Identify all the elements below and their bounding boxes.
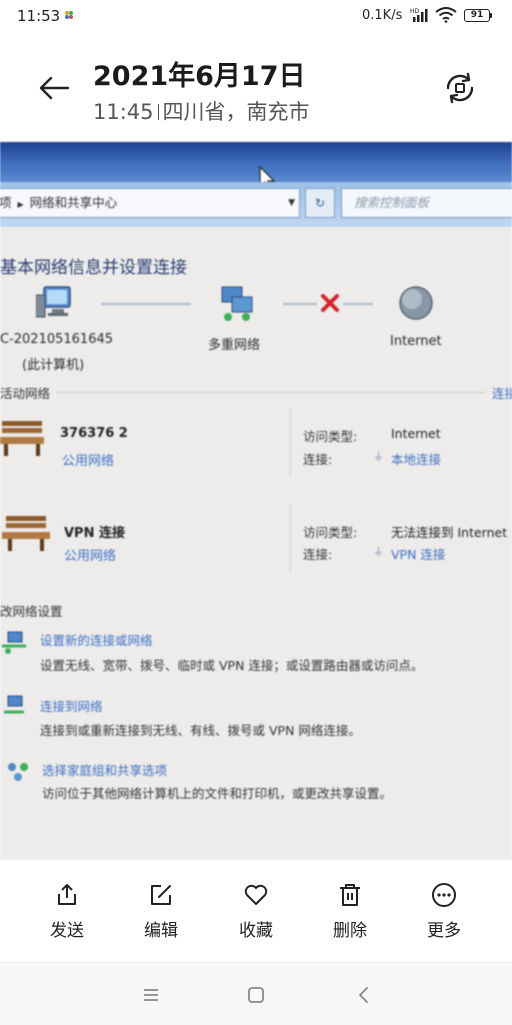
header: 2021年6月17日 11:45 四川省，南充市 xyxy=(0,34,512,142)
menu-icon[interactable] xyxy=(139,985,163,1005)
plug-icon: ⏚ xyxy=(373,545,384,558)
connection-key: 连接: xyxy=(303,547,333,562)
favorite-button[interactable]: 收藏 xyxy=(221,882,291,941)
access-type-key: 访问类型: xyxy=(303,429,358,444)
change-settings-label: 改网络设置 xyxy=(0,604,63,619)
multiple-networks-icon xyxy=(221,286,253,321)
task-link[interactable]: 选择家庭组和共享选项 xyxy=(42,760,167,779)
error-x-icon xyxy=(321,294,339,312)
network-link xyxy=(283,303,317,305)
network-link xyxy=(101,303,191,305)
active-networks-label: 活动网络 xyxy=(0,386,51,401)
meta-separator xyxy=(157,104,159,120)
home-icon[interactable] xyxy=(244,985,268,1005)
app-notification-icon xyxy=(65,11,73,19)
network-type-link[interactable]: 公用网络 xyxy=(64,545,116,564)
network-link xyxy=(343,303,373,305)
access-type-value: Internet xyxy=(391,426,441,441)
send-label: 发送 xyxy=(50,921,84,941)
more-label: 更多 xyxy=(427,921,461,941)
task-link[interactable]: 设置新的连接或网络 xyxy=(40,630,153,649)
connect-to-network-icon xyxy=(4,695,24,714)
net-speed: 0.1K/s xyxy=(362,8,403,23)
new-connection-icon xyxy=(2,631,26,654)
trash-icon xyxy=(340,884,360,906)
back-arrow-icon[interactable] xyxy=(34,70,74,106)
send-button[interactable]: 发送 xyxy=(32,882,102,941)
battery-nub xyxy=(490,13,492,18)
breadcrumb-arrow-icon: ▶ xyxy=(17,200,24,209)
public-network-bench-icon xyxy=(0,421,44,456)
page-title: 基本网络信息并设置连接 xyxy=(0,258,187,278)
wifi-icon xyxy=(435,7,457,23)
status-time: 11:53 xyxy=(17,7,61,25)
connection-link[interactable]: 本地连接 xyxy=(391,449,441,468)
dropdown-arrow-icon: ▼ xyxy=(288,198,295,208)
internet-label: Internet xyxy=(390,334,442,349)
homegroup-icon xyxy=(8,763,28,781)
action-bar: 发送 编辑 收藏 删除 更多 xyxy=(0,860,512,960)
multiple-networks-label: 多重网络 xyxy=(208,338,261,353)
back-icon[interactable] xyxy=(352,985,376,1005)
plug-icon: ⏚ xyxy=(373,450,384,463)
search-input[interactable]: 搜索控制面板 xyxy=(341,188,512,218)
share-icon xyxy=(58,884,76,905)
computer-caption: (此计算机) xyxy=(22,358,85,373)
divider xyxy=(56,392,486,393)
internet-globe-icon xyxy=(399,286,433,320)
network-type-link[interactable]: 公用网络 xyxy=(62,450,114,469)
task-link[interactable]: 连接到网络 xyxy=(40,696,103,715)
edit-icon xyxy=(151,885,171,905)
content-pane: 基本网络信息并设置连接 C-202105161645 (此计算机) 多重网络 I… xyxy=(0,227,512,860)
status-bar: 11:53 0.1K/s HD 91 xyxy=(0,0,512,34)
photo-time: 11:45 xyxy=(93,100,154,124)
window-titlebar xyxy=(0,142,512,182)
network-name: 376376 2 xyxy=(60,426,128,441)
rotate-icon[interactable] xyxy=(440,70,480,106)
heart-icon xyxy=(244,884,268,905)
computer-icon xyxy=(36,286,71,318)
address-bar: 项 ▶ 网络和共享中心 ▼ ↻ 搜索控制面板 xyxy=(0,182,512,227)
breadcrumb-item-1: 项 xyxy=(0,195,12,210)
system-nav-bar xyxy=(0,962,512,1025)
photo-viewer[interactable]: 项 ▶ 网络和共享中心 ▼ ↻ 搜索控制面板 基本网络信息并设置连接 C-202… xyxy=(0,142,512,860)
more-icon xyxy=(432,883,456,907)
refresh-icon[interactable]: ↻ xyxy=(305,188,335,218)
delete-button[interactable]: 删除 xyxy=(315,882,385,941)
photo-date: 2021年6月17日 xyxy=(93,61,306,92)
access-type-value: 无法连接到 Internet xyxy=(391,525,508,540)
signal-icon: HD xyxy=(410,8,428,22)
computer-name: C-202105161645 xyxy=(0,332,114,347)
access-type-key: 访问类型: xyxy=(303,525,358,540)
network-name: VPN 连接 xyxy=(64,526,125,541)
more-button[interactable]: 更多 xyxy=(409,882,479,941)
connection-key: 连接: xyxy=(303,452,333,467)
connect-link[interactable]: 连接 xyxy=(492,383,512,402)
task-description: 设置无线、宽带、拨号、临时或 VPN 连接；或设置路由器或访问点。 xyxy=(40,658,424,673)
breadcrumb[interactable]: 项 ▶ 网络和共享中心 ▼ xyxy=(0,188,300,218)
delete-label: 删除 xyxy=(333,921,367,941)
column-divider xyxy=(290,409,291,475)
breadcrumb-item-2: 网络和共享中心 xyxy=(29,195,118,210)
connection-link[interactable]: VPN 连接 xyxy=(391,544,445,563)
photo-location: 四川省，南充市 xyxy=(162,100,310,124)
task-description: 访问位于其他网络计算机上的文件和打印机，或更改共享设置。 xyxy=(42,786,393,801)
favorite-label: 收藏 xyxy=(239,921,273,941)
edit-label: 编辑 xyxy=(144,921,178,941)
battery-icon: 91 xyxy=(464,9,490,22)
column-divider xyxy=(290,505,291,571)
photo-meta: 11:45 四川省，南充市 xyxy=(93,96,310,126)
public-network-bench-icon xyxy=(2,516,50,551)
signal-tag: HD xyxy=(410,8,420,15)
task-description: 连接到或重新连接到无线、有线、拨号或 VPN 网络连接。 xyxy=(40,723,361,738)
edit-button[interactable]: 编辑 xyxy=(126,882,196,941)
